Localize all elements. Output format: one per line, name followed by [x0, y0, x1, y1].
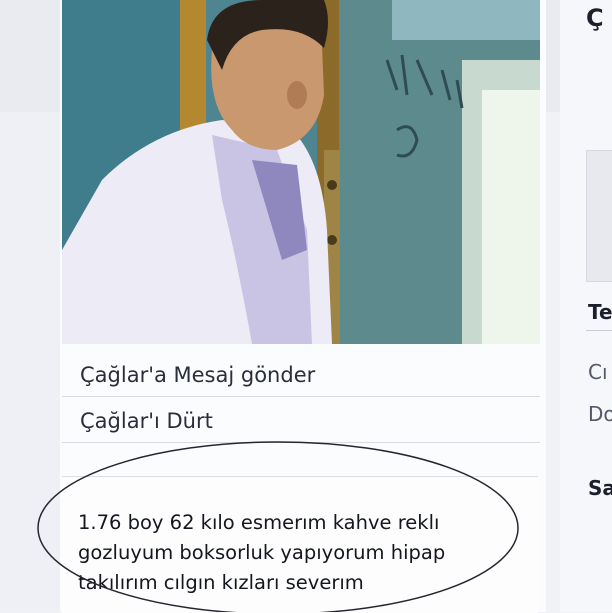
section-divider — [586, 330, 612, 331]
profile-photo[interactable] — [62, 0, 540, 344]
poke-button[interactable]: Çağlar'ı Dürt — [62, 398, 540, 443]
right-info-box — [586, 150, 612, 282]
info-row-2: Do — [588, 402, 612, 426]
section-title-1: Te — [588, 300, 612, 324]
bio-line-1: 1.76 boy 62 kılo esmerım kahve reklı — [78, 511, 440, 534]
left-panel — [0, 112, 60, 612]
send-message-button[interactable]: Çağlar'a Mesaj gönder — [62, 352, 540, 397]
bio-text: 1.76 boy 62 kılo esmerım kahve reklı goz… — [78, 508, 518, 598]
send-message-label: Çağlar'a Mesaj gönder — [80, 363, 316, 387]
bio-line-3: takılırım cılgın kızları severım — [78, 571, 364, 594]
info-row-1: Cı — [588, 360, 608, 384]
poke-label: Çağlar'ı Dürt — [80, 409, 213, 433]
bio-line-2: gozluyum boksorluk yapıyorum hipap — [78, 541, 446, 564]
profile-name-fragment: Ç — [586, 4, 604, 32]
section-title-2: Sa — [588, 476, 612, 500]
